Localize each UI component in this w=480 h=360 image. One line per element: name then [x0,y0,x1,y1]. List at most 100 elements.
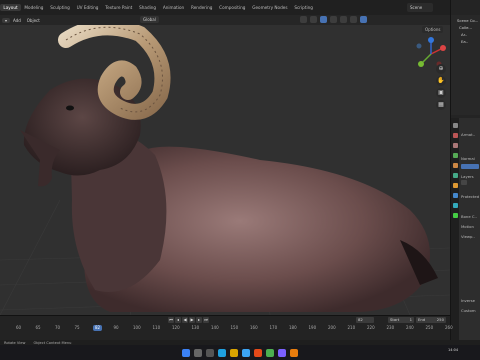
mode-dropdown[interactable]: ▾ [2,17,11,23]
gizmo-icon[interactable] [310,16,317,23]
workspace-tab[interactable]: Scripting [291,4,316,11]
add-menu[interactable]: Add [10,18,24,23]
rendered-shading-icon[interactable] [360,16,367,23]
workspace-tabs: Layout Modeling Sculpting UV Editing Texture… [0,0,480,15]
frame-tick-label: 200 [328,325,336,330]
workspace-tab[interactable]: Rendering [188,4,216,11]
prev-key-icon[interactable]: ◂ [175,317,181,323]
world-tab-icon[interactable] [452,173,458,178]
object-tab-icon[interactable] [452,183,458,188]
workspace-tab[interactable]: Animation [159,4,187,11]
scene-tab-icon[interactable] [452,163,458,168]
play-reverse-icon[interactable]: ◀ [182,317,188,323]
outliner[interactable]: Scene Co... Colle... Ar.. Ea.. [451,15,480,115]
end-frame-field[interactable]: End 250 [416,317,446,323]
end-value: 250 [436,317,444,322]
visibility-icon[interactable] [300,16,307,23]
ram-render [0,25,450,315]
frame-tick-label: 190 [308,325,317,330]
properties-editor: Armat.. Normal Layers Protected Bone C..… [451,118,480,340]
frame-tick-label: 180 [289,325,297,330]
perspective-toggle-icon[interactable]: ▦ [436,100,446,110]
prop-label: Armat.. [461,132,476,137]
chrome-icon[interactable] [266,348,274,357]
prop-label: Protected [461,194,480,199]
frame-tick-label: 240 [406,325,414,330]
frame-tick-label: 140 [211,325,219,330]
current-frame-field[interactable]: 82 [356,317,374,323]
prop-label: Bone C.. [461,214,477,219]
workspace-tab[interactable]: UV Editing [73,4,102,11]
jump-end-icon[interactable]: ⏭ [203,317,209,323]
workspace-tab[interactable]: Shading [136,4,160,11]
start-frame-field[interactable]: Start 1 [388,317,414,323]
view-layer-tab-icon[interactable] [452,153,458,158]
pose-position-toggle[interactable] [461,164,479,169]
right-panels: Scene Co... Colle... Ar.. Ea.. Armat.. N… [450,0,480,340]
object-menu[interactable]: Object [24,18,43,23]
material-shading-icon[interactable] [350,16,357,23]
store-icon[interactable] [242,348,250,357]
pan-hand-icon[interactable]: ✋ [436,76,446,86]
app-icon[interactable] [254,348,262,357]
frame-tick-label: 70 [55,325,61,330]
frame-tick-label: 250 [425,325,434,330]
camera-view-icon[interactable]: ▣ [436,88,446,98]
play-icon[interactable]: ▶ [189,317,195,323]
workspace-tab[interactable]: Sculpting [47,4,73,11]
timeline[interactable]: ⏮ ◂ ◀ ▶ ▸ ⏭ 82 Start 1 End 250 60 65 70 75 8… [0,315,453,340]
workspace-tab[interactable]: Geometry Nodes [249,4,291,11]
search-icon[interactable] [194,348,202,357]
outliner-item[interactable]: Colle... [453,24,479,31]
prop-label: Viewp.. [461,234,475,239]
system-clock[interactable]: 14:04 [448,348,458,353]
frame-tick-label: 130 [191,325,200,330]
zoom-icon[interactable]: ⊕ [436,64,446,74]
workspace-tab[interactable]: Modeling [21,4,47,11]
outliner-item[interactable]: Ea.. [453,38,479,45]
frame-tick-label: 60 [16,325,22,330]
viewport-header-icons [300,16,367,23]
xray-icon[interactable] [330,16,337,23]
jump-start-icon[interactable]: ⏮ [168,317,174,323]
blender-icon[interactable] [290,348,298,357]
properties-tabs [451,118,459,340]
task-view-icon[interactable] [206,348,214,357]
physics-tab-icon[interactable] [452,203,458,208]
status-hint: Rotate View [4,340,26,345]
armature-data-tab-icon[interactable] [452,213,458,218]
viewport-options[interactable]: Options [422,26,444,33]
workspace-tab[interactable]: Layout [0,4,22,11]
workspace-tab[interactable]: Texture Paint [102,4,136,11]
prop-label: Custom [461,308,476,313]
prop-label: Normal [461,156,475,161]
frame-tick-label: 150 [230,325,239,330]
start-value: 1 [409,317,412,322]
frame-ruler[interactable]: 6065707580901001101201301401501601701801… [0,325,453,333]
frame-tick-label: 160 [250,325,258,330]
solid-shading-icon[interactable] [340,16,347,23]
app-icon[interactable] [278,348,286,357]
next-key-icon[interactable]: ▸ [196,317,202,323]
output-tab-icon[interactable] [452,143,458,148]
modifier-tab-icon[interactable] [452,193,458,198]
workspace-tab[interactable]: Compositing [216,4,249,11]
outliner-item[interactable]: Ar.. [453,31,479,38]
status-hint: Object Context Menu [33,340,72,345]
3d-viewport[interactable] [0,25,450,315]
start-icon[interactable] [182,348,190,357]
outliner-item[interactable]: Scene Co... [453,17,479,24]
frame-tick-label: 75 [74,325,80,330]
overlay-icon[interactable] [320,16,327,23]
transform-orientation[interactable]: Global [140,16,159,23]
frame-tick-label: 65 [35,325,41,330]
playhead[interactable]: 82 [93,325,102,331]
frame-tick-label: 210 [347,325,356,330]
layer-field[interactable] [461,180,467,185]
frame-tick-label: 120 [172,325,180,330]
edge-icon[interactable] [218,348,226,357]
frame-tick-label: 90 [113,325,119,330]
tool-tab-icon[interactable] [452,123,458,128]
file-explorer-icon[interactable] [230,348,238,357]
render-tab-icon[interactable] [452,133,458,138]
